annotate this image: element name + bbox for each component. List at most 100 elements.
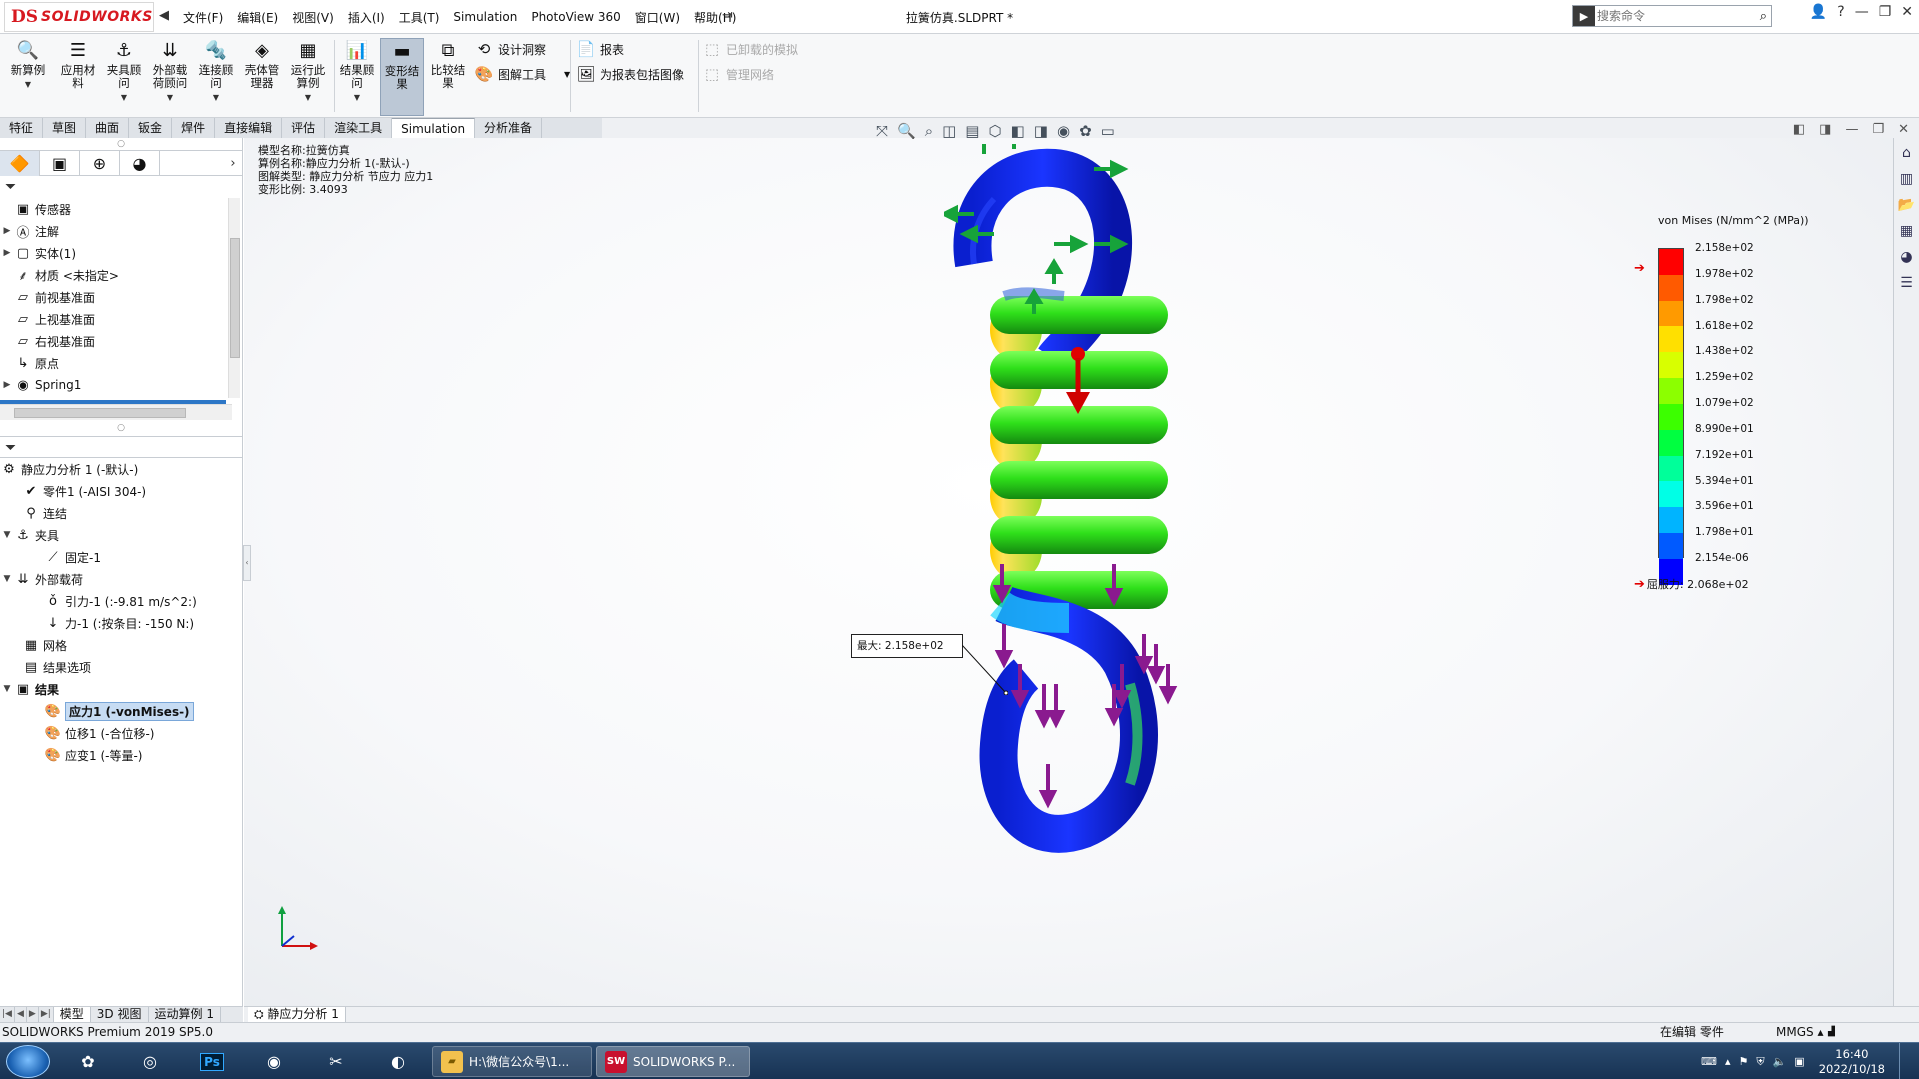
fixture-advisor-button[interactable]: ⚓ 夹具顾问 ▼ <box>102 38 146 116</box>
unloaded-sims-button[interactable]: ⬚ 已卸载的模拟 <box>702 38 798 60</box>
tab-first-icon[interactable]: |◀ <box>0 1007 15 1022</box>
keyboard-icon[interactable]: ⌨ <box>1701 1055 1717 1068</box>
menu-photoview[interactable]: PhotoView 360 <box>524 10 627 24</box>
tab-weldments[interactable]: 焊件 <box>172 118 216 138</box>
search-input[interactable] <box>1597 9 1737 23</box>
tray-expand-icon[interactable]: ▴ <box>1725 1055 1731 1068</box>
splitter-grip[interactable]: ○ <box>0 420 242 436</box>
panel-collapse-handle[interactable]: ‹ <box>243 545 251 581</box>
property-manager-tab-icon[interactable]: ▣ <box>40 151 80 176</box>
collapse-icon[interactable]: ▼ <box>0 574 14 584</box>
tab-surfaces[interactable]: 曲面 <box>86 118 130 138</box>
tree-item-results[interactable]: ▼ ▣ 结果 <box>0 678 242 700</box>
search-box[interactable]: ▶ ⌕ <box>1572 5 1772 27</box>
new-study-button[interactable]: 🔍 新算例 ▼ <box>6 38 50 116</box>
tab-simulation[interactable]: Simulation <box>392 118 476 138</box>
close-icon[interactable]: ✕ <box>1901 4 1913 20</box>
plot-tools-button[interactable]: 🎨 图解工具 ▼ <box>474 63 571 85</box>
tab-motion-study[interactable]: 运动算例 1 <box>149 1007 221 1022</box>
tab-model[interactable]: 模型 <box>53 1007 91 1022</box>
collapse-icon[interactable]: ▼ <box>0 684 14 694</box>
expand-icon[interactable]: ▶ <box>0 248 14 258</box>
tree-item-stress[interactable]: 🎨 应力1 (-vonMises-) <box>0 700 242 722</box>
menu-edit[interactable]: 编辑(E) <box>230 9 285 26</box>
dynamic-annotation-icon[interactable]: ▤ <box>965 122 979 140</box>
tab-3d-views[interactable]: 3D 视图 <box>91 1007 149 1022</box>
tree-item-origin[interactable]: ↳ 原点 <box>0 352 242 374</box>
clock[interactable]: 16:40 2022/10/18 <box>1819 1047 1885 1077</box>
feature-manager-tab-icon[interactable]: 🔶 <box>0 151 40 176</box>
pin-icon[interactable]: ⇥ <box>722 8 733 23</box>
file-explorer-icon[interactable]: 📂 <box>1896 194 1918 216</box>
tab-static-study[interactable]: ⛭ 静应力分析 1 <box>248 1007 346 1022</box>
run-study-button[interactable]: ▦ 运行此算例 ▼ <box>286 38 330 116</box>
view-palette-icon[interactable]: ▦ <box>1896 220 1918 242</box>
tab-prev-icon[interactable]: ◀ <box>15 1007 27 1022</box>
tree-item-connections[interactable]: ⚲ 连结 <box>0 502 242 524</box>
report-button[interactable]: 📄 报表 <box>576 38 624 60</box>
flag-icon[interactable]: ⚑ <box>1738 1055 1748 1068</box>
taskbar-window-solidworks[interactable]: SW SOLIDWORKS P... <box>596 1046 750 1077</box>
connection-advisor-button[interactable]: 🔩 连接顾问 ▼ <box>194 38 238 116</box>
tree-item-study[interactable]: ⚙ 静应力分析 1 (-默认-) <box>0 458 242 480</box>
search-icon[interactable]: ⌕ <box>1760 9 1767 24</box>
tab-sheet-metal[interactable]: 钣金 <box>129 118 173 138</box>
config-manager-tab-icon[interactable]: ⊕ <box>80 151 120 176</box>
expand-icon[interactable]: ▶ <box>0 380 14 390</box>
customize-icon[interactable]: ▟ <box>1828 1023 1835 1042</box>
command-search-icon[interactable]: ▶ <box>1573 6 1595 26</box>
tree-item-right-plane[interactable]: ▱ 右视基准面 <box>0 330 242 352</box>
tree-item-solid-bodies[interactable]: ▶ ▢ 实体(1) <box>0 242 242 264</box>
taskbar-window-explorer[interactable]: ▰ H:\微信公众号\1... <box>432 1046 592 1077</box>
photoshop-icon[interactable]: Ps <box>186 1046 238 1077</box>
tree-item-top-plane[interactable]: ▱ 上视基准面 <box>0 308 242 330</box>
menu-simulation[interactable]: Simulation <box>446 10 524 24</box>
menu-window[interactable]: 窗口(W) <box>628 9 687 26</box>
tree-item-force[interactable]: ↓ 力-1 (:按条目: -150 N:) <box>0 612 242 634</box>
restore-icon[interactable]: ❐ <box>1879 4 1892 20</box>
tab-direct-editing[interactable]: 直接编辑 <box>215 118 283 138</box>
menu-insert[interactable]: 插入(I) <box>341 9 392 26</box>
tree-item-strain[interactable]: 🎨 应变1 (-等量-) <box>0 744 242 766</box>
spring-stress-plot[interactable] <box>944 144 1204 924</box>
tab-render-tools[interactable]: 渲染工具 <box>325 118 393 138</box>
scrollbar-thumb[interactable] <box>230 238 240 358</box>
menu-view[interactable]: 视图(V) <box>285 9 341 26</box>
filter-icon[interactable]: ⏷ <box>0 176 242 198</box>
tree-item-spring1[interactable]: ▶ ◉ Spring1 <box>0 374 242 396</box>
viewport-restore-icon[interactable]: ❐ <box>1872 122 1884 137</box>
tree-item-front-plane[interactable]: ▱ 前视基准面 <box>0 286 242 308</box>
shell-manager-button[interactable]: ◈ 壳体管理器 <box>240 38 284 116</box>
tab-next-icon[interactable]: ▶ <box>27 1007 39 1022</box>
hide-show-icon[interactable]: ◨ <box>1034 122 1048 140</box>
filter-icon[interactable]: ⏷ <box>0 436 242 458</box>
viewport-next-icon[interactable]: ◨ <box>1819 122 1831 137</box>
view-orientation-icon[interactable]: ⬡ <box>988 122 1001 140</box>
volume-icon[interactable]: 🔈 <box>1773 1055 1787 1068</box>
photos-app-icon[interactable]: ✿ <box>62 1046 114 1077</box>
menu-tools[interactable]: 工具(T) <box>392 9 447 26</box>
start-button[interactable] <box>6 1045 50 1078</box>
custom-properties-icon[interactable]: ☰ <box>1896 272 1918 294</box>
previous-view-icon[interactable]: ⌕ <box>925 122 933 140</box>
panel-grip[interactable]: ○ <box>0 138 242 150</box>
app-icon[interactable]: ◉ <box>248 1046 300 1077</box>
tree-item-sensors[interactable]: ▣ 传感器 <box>0 198 242 220</box>
tree-item-fixture-1[interactable]: ⟋ 固定-1 <box>0 546 242 568</box>
viewport-minimize-icon[interactable]: — <box>1845 122 1858 137</box>
max-stress-callout[interactable]: 最大: 2.158e+02 <box>851 634 963 658</box>
chevron-down-icon[interactable]: ▼ <box>286 91 330 104</box>
apply-material-button[interactable]: ☰ 应用材料 <box>56 38 100 116</box>
chevron-down-icon[interactable]: ▼ <box>335 91 379 104</box>
minimize-icon[interactable]: — <box>1855 4 1869 20</box>
tab-sketch[interactable]: 草图 <box>43 118 87 138</box>
chevron-down-icon[interactable]: ▼ <box>194 91 238 104</box>
tab-features[interactable]: 特征 <box>0 118 44 138</box>
stress-legend[interactable]: von Mises (N/mm^2 (MPa)) ➔ 2.158e+02 1.97… <box>1634 210 1809 600</box>
appearances-icon[interactable]: ◕ <box>1896 246 1918 268</box>
edit-appearance-icon[interactable]: ◉ <box>1057 122 1070 140</box>
tree-item-part[interactable]: ✔ 零件1 (-AISI 304-) <box>0 480 242 502</box>
manage-network-button[interactable]: ⬚ 管理网络 <box>702 63 774 85</box>
unit-system[interactable]: MMGS ▴ <box>1776 1023 1823 1042</box>
tab-evaluate[interactable]: 评估 <box>282 118 326 138</box>
